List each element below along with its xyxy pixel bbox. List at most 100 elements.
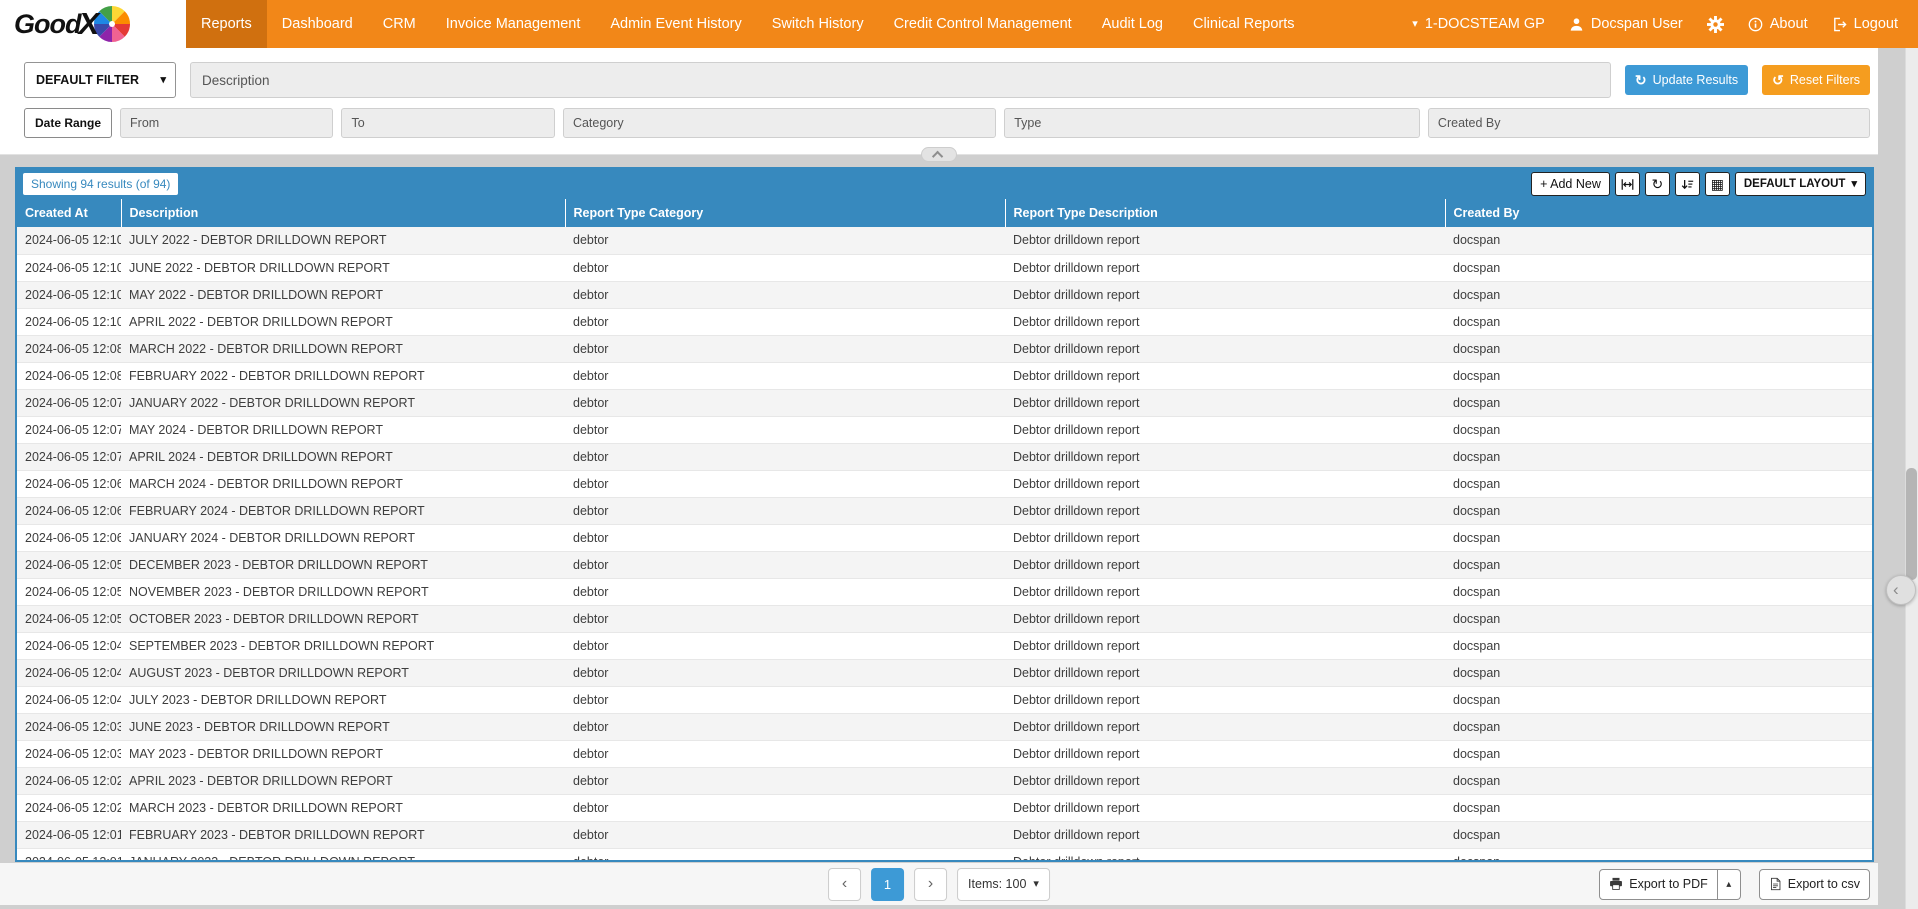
cell-type-description: Debtor drilldown report	[1005, 713, 1445, 740]
table-row[interactable]: 2024-06-05 12:06:48MARCH 2024 - DEBTOR D…	[17, 470, 1872, 497]
caret-up-icon: ▴	[1726, 879, 1731, 890]
nav-item-invoice-management[interactable]: Invoice Management	[431, 0, 596, 48]
table-row[interactable]: 2024-06-05 12:10:45JUNE 2022 - DEBTOR DR…	[17, 254, 1872, 281]
cell-category: debtor	[565, 659, 1005, 686]
table-row[interactable]: 2024-06-05 12:05:15OCTOBER 2023 - DEBTOR…	[17, 605, 1872, 632]
cell-description: APRIL 2022 - DEBTOR DRILLDOWN REPORT	[121, 308, 565, 335]
export-pdf-button[interactable]: Export to PDF	[1599, 869, 1718, 900]
cell-description: AUGUST 2023 - DEBTOR DRILLDOWN REPORT	[121, 659, 565, 686]
logout-button[interactable]: Logout	[1820, 0, 1910, 48]
reload-grid-button[interactable]: ↻	[1645, 172, 1670, 196]
cell-description: APRIL 2023 - DEBTOR DRILLDOWN REPORT	[121, 767, 565, 794]
date-range-button[interactable]: Date Range	[24, 108, 112, 138]
table-row[interactable]: 2024-06-05 12:01:10JANUARY 2023 - DEBTOR…	[17, 848, 1872, 860]
reset-filters-button[interactable]: ↺ Reset Filters	[1762, 65, 1870, 95]
table-row[interactable]: 2024-06-05 12:02:16MARCH 2023 - DEBTOR D…	[17, 794, 1872, 821]
table-row[interactable]: 2024-06-05 12:03:01MAY 2023 - DEBTOR DRI…	[17, 740, 1872, 767]
cell-category: debtor	[565, 686, 1005, 713]
about-button[interactable]: About	[1736, 0, 1820, 48]
cell-description: MAY 2023 - DEBTOR DRILLDOWN REPORT	[121, 740, 565, 767]
table-header-row: Created AtDescriptionReport Type Categor…	[17, 199, 1872, 227]
sort-icon	[1681, 178, 1694, 191]
nav-item-admin-event-history[interactable]: Admin Event History	[595, 0, 756, 48]
table-row[interactable]: 2024-06-05 12:10:03APRIL 2022 - DEBTOR D…	[17, 308, 1872, 335]
next-page-button[interactable]: ›	[914, 868, 947, 901]
nav-item-clinical-reports[interactable]: Clinical Reports	[1178, 0, 1310, 48]
cell-created-at: 2024-06-05 12:01:10	[17, 848, 121, 860]
table-row[interactable]: 2024-06-05 12:04:22AUGUST 2023 - DEBTOR …	[17, 659, 1872, 686]
column-header-created-at[interactable]: Created At	[17, 199, 121, 227]
layout-select[interactable]: DEFAULT LAYOUT ▾	[1735, 172, 1866, 196]
filter-row-secondary: Date Range	[24, 108, 1870, 138]
scrollbar-thumb[interactable]	[1906, 468, 1917, 580]
cell-category: debtor	[565, 848, 1005, 860]
table-row[interactable]: 2024-06-05 12:03:24JUNE 2023 - DEBTOR DR…	[17, 713, 1872, 740]
category-filter-input[interactable]	[563, 108, 996, 138]
table-row[interactable]: 2024-06-05 12:04:44SEPTEMBER 2023 - DEBT…	[17, 632, 1872, 659]
nav-item-credit-control-management[interactable]: Credit Control Management	[879, 0, 1087, 48]
table-row[interactable]: 2024-06-05 12:04:06JULY 2023 - DEBTOR DR…	[17, 686, 1872, 713]
table-row[interactable]: 2024-06-05 12:05:49DECEMBER 2023 - DEBTO…	[17, 551, 1872, 578]
cell-type-description: Debtor drilldown report	[1005, 524, 1445, 551]
page-1-button[interactable]: 1	[871, 868, 904, 901]
fit-columns-button[interactable]	[1615, 172, 1640, 196]
column-header-created-by[interactable]: Created By	[1445, 199, 1872, 227]
filter-preset-select[interactable]: DEFAULT FILTER ▾	[24, 62, 176, 98]
created-by-filter-input[interactable]	[1428, 108, 1870, 138]
date-from-input[interactable]	[120, 108, 333, 138]
vertical-scrollbar[interactable]	[1905, 48, 1918, 909]
table-row[interactable]: 2024-06-05 12:10:32MAY 2022 - DEBTOR DRI…	[17, 281, 1872, 308]
cell-description: FEBRUARY 2022 - DEBTOR DRILLDOWN REPORT	[121, 362, 565, 389]
table-row[interactable]: 2024-06-05 12:06:31FEBRUARY 2024 - DEBTO…	[17, 497, 1872, 524]
nav-item-dashboard[interactable]: Dashboard	[267, 0, 368, 48]
column-header-report-type-category[interactable]: Report Type Category	[565, 199, 1005, 227]
items-per-page-select[interactable]: Items: 100 ▾	[957, 868, 1050, 901]
user-menu[interactable]: Docspan User	[1557, 0, 1695, 48]
user-label: Docspan User	[1591, 16, 1683, 32]
cell-created-at: 2024-06-05 12:10:03	[17, 308, 121, 335]
table-row[interactable]: 2024-06-05 12:01:33FEBRUARY 2023 - DEBTO…	[17, 821, 1872, 848]
cell-type-description: Debtor drilldown report	[1005, 416, 1445, 443]
goodx-logo[interactable]: Good X	[0, 0, 186, 48]
content-column: DEFAULT FILTER ▾ ↻ Update Results ↺ Rese…	[0, 48, 1878, 909]
table-row[interactable]: 2024-06-05 12:07:16APRIL 2024 - DEBTOR D…	[17, 443, 1872, 470]
table-row[interactable]: 2024-06-05 12:10:59JULY 2022 - DEBTOR DR…	[17, 227, 1872, 254]
previous-page-button[interactable]: ‹	[828, 868, 861, 901]
table-row[interactable]: 2024-06-05 12:02:39APRIL 2023 - DEBTOR D…	[17, 767, 1872, 794]
cell-type-description: Debtor drilldown report	[1005, 605, 1445, 632]
nav-item-audit-log[interactable]: Audit Log	[1087, 0, 1178, 48]
cell-category: debtor	[565, 362, 1005, 389]
export-group: Export to PDF ▴ Export to csv	[1599, 869, 1878, 900]
columns-button[interactable]: ▦	[1705, 172, 1730, 196]
export-csv-button[interactable]: Export to csv	[1759, 869, 1870, 900]
practice-label: 1-DOCSTEAM GP	[1425, 16, 1545, 32]
panel-expander-tab[interactable]: ‹	[1886, 575, 1916, 605]
collapse-filters-button[interactable]	[921, 147, 957, 162]
cell-type-description: Debtor drilldown report	[1005, 659, 1445, 686]
table-row[interactable]: 2024-06-05 12:08:20FEBRUARY 2022 - DEBTO…	[17, 362, 1872, 389]
date-to-input[interactable]	[341, 108, 554, 138]
table-row[interactable]: 2024-06-05 12:08:37MARCH 2022 - DEBTOR D…	[17, 335, 1872, 362]
table-header: Created AtDescriptionReport Type Categor…	[17, 199, 1872, 227]
update-results-button[interactable]: ↻ Update Results	[1625, 65, 1748, 95]
description-filter-input[interactable]	[190, 62, 1611, 98]
top-navbar: Good X ReportsDashboardCRMInvoice Manage…	[0, 0, 1918, 48]
about-label: About	[1770, 16, 1808, 32]
nav-item-crm[interactable]: CRM	[368, 0, 431, 48]
nav-item-reports[interactable]: Reports	[186, 0, 267, 48]
practice-selector[interactable]: ▾ 1-DOCSTEAM GP	[1400, 0, 1557, 48]
type-filter-input[interactable]	[1004, 108, 1420, 138]
column-header-report-type-description[interactable]: Report Type Description	[1005, 199, 1445, 227]
column-header-description[interactable]: Description	[121, 199, 565, 227]
export-pdf-options-button[interactable]: ▴	[1718, 869, 1741, 900]
nav-item-switch-history[interactable]: Switch History	[757, 0, 879, 48]
add-new-button[interactable]: + Add New	[1531, 172, 1610, 196]
table-row[interactable]: 2024-06-05 12:07:33MAY 2024 - DEBTOR DRI…	[17, 416, 1872, 443]
table-row[interactable]: 2024-06-05 12:05:35NOVEMBER 2023 - DEBTO…	[17, 578, 1872, 605]
table-row[interactable]: 2024-06-05 12:07:56JANUARY 2022 - DEBTOR…	[17, 389, 1872, 416]
cell-type-description: Debtor drilldown report	[1005, 740, 1445, 767]
settings-button[interactable]	[1695, 0, 1736, 48]
cell-created-by: docspan	[1445, 227, 1872, 254]
table-row[interactable]: 2024-06-05 12:06:04JANUARY 2024 - DEBTOR…	[17, 524, 1872, 551]
sort-button[interactable]	[1675, 172, 1700, 196]
